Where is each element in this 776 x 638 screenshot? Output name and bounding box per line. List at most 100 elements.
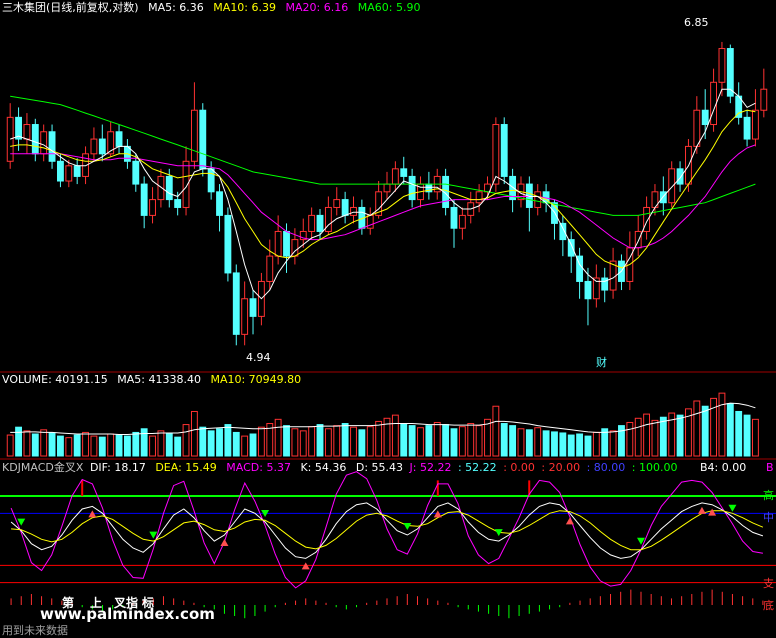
candle-body xyxy=(224,214,232,274)
candle-body xyxy=(140,183,148,216)
candle-body xyxy=(475,191,483,204)
volume-bar xyxy=(224,424,232,457)
volume-bar xyxy=(743,414,751,457)
high-price-label: 6.85 xyxy=(684,16,709,29)
volume-bar xyxy=(324,428,332,457)
candle-body xyxy=(157,175,165,201)
volume-panel xyxy=(6,392,759,457)
candle-body xyxy=(115,131,123,147)
level-20-value: : 20.00 xyxy=(541,461,581,474)
level-bottom-label: 底 xyxy=(763,599,774,612)
volume-ma5-value: MA5: 41338.40 xyxy=(117,373,201,386)
volume-bar xyxy=(48,432,56,457)
volume-bar xyxy=(458,426,466,457)
volume-bar xyxy=(433,421,441,457)
candle-body xyxy=(65,165,73,182)
indicator-name: KDJMACD金叉X xyxy=(2,461,84,474)
candle-body xyxy=(718,48,726,83)
volume-bar xyxy=(199,426,207,457)
volume-bar xyxy=(634,417,642,457)
j2-value: : 52.22 xyxy=(457,461,497,474)
volume-bar xyxy=(358,429,366,457)
volume-bar xyxy=(174,436,182,457)
candle-body xyxy=(249,298,257,317)
sell-arrow-icon xyxy=(728,504,737,512)
candle-body xyxy=(23,124,31,140)
j-value: J: 52.22 xyxy=(409,461,452,474)
volume-bar xyxy=(56,435,64,457)
volume-bar xyxy=(609,430,617,457)
volume-bar xyxy=(274,418,282,457)
candle-body xyxy=(701,109,709,126)
volume-bar xyxy=(651,419,659,457)
sell-arrow-icon xyxy=(403,523,412,530)
candle-body xyxy=(266,255,274,282)
volume-bar xyxy=(73,434,81,457)
b-label: B xyxy=(766,461,774,474)
candle-body xyxy=(56,160,64,182)
candle-body xyxy=(216,191,223,216)
candle-body xyxy=(341,199,349,216)
volume-bar xyxy=(241,435,249,457)
b4-value: B4: 0.00 xyxy=(700,461,747,474)
volume-bar xyxy=(676,414,684,457)
watermark-text: www.palmindex.com xyxy=(40,605,215,623)
candle-body xyxy=(174,199,182,208)
dif-value: DIF: 18.17 xyxy=(89,461,146,474)
candle-body xyxy=(199,109,207,170)
volume-bar xyxy=(140,428,148,457)
volume-bar xyxy=(659,416,667,457)
volume-bar xyxy=(157,430,165,457)
volume-bar xyxy=(31,433,39,457)
volume-bar xyxy=(408,425,416,457)
volume-bar xyxy=(190,410,198,457)
candle-body xyxy=(333,199,341,208)
ma10-value: MA10: 6.39 xyxy=(213,1,277,14)
level-80-value: : 80.00 xyxy=(586,461,626,474)
candle-body xyxy=(98,138,106,155)
volume-bar xyxy=(450,428,458,457)
candle-body xyxy=(710,81,718,126)
volume-bar xyxy=(592,431,600,457)
candle-body xyxy=(534,191,542,208)
price-header: 三木集团(日线,前复权,对数) MA5: 6.36 MA10: 6.39 MA2… xyxy=(2,2,426,14)
volume-bar xyxy=(366,426,374,457)
candle-body xyxy=(207,168,215,193)
buy-arrow-icon xyxy=(697,506,706,514)
volume-bar xyxy=(40,429,48,457)
d-line xyxy=(11,510,764,551)
candle-body xyxy=(391,168,399,185)
volume-bar xyxy=(316,424,324,457)
volume-bar xyxy=(107,433,115,457)
price-panel xyxy=(6,41,768,346)
volume-bar xyxy=(417,427,424,457)
macd-value: MACD: 5.37 xyxy=(226,461,291,474)
volume-bar xyxy=(643,413,651,457)
candle-body xyxy=(308,214,316,232)
event-marker: 财 xyxy=(596,356,607,369)
volume-bar xyxy=(735,410,743,457)
buy-arrow-icon xyxy=(220,539,229,546)
volume-bar xyxy=(350,426,357,457)
volume-bar xyxy=(726,403,734,457)
candle-body xyxy=(350,206,357,216)
volume-bar xyxy=(6,434,14,457)
volume-value: VOLUME: 40191.15 xyxy=(2,373,108,386)
k-line xyxy=(10,502,764,559)
ma5-line xyxy=(10,88,756,300)
volume-bar xyxy=(15,426,22,457)
candle-body xyxy=(31,124,39,155)
volume-bar xyxy=(257,426,265,457)
volume-bar xyxy=(65,437,73,457)
candle-body xyxy=(165,175,173,201)
volume-bar xyxy=(559,432,567,457)
candle-body xyxy=(241,298,249,335)
volume-bar xyxy=(182,424,190,457)
ma60-value: MA60: 5.90 xyxy=(357,1,421,14)
volume-bar xyxy=(567,434,575,457)
ma5-value: MA5: 6.36 xyxy=(148,1,204,14)
candle-body xyxy=(643,206,651,232)
volume-bar xyxy=(500,423,508,457)
volume-bar xyxy=(90,435,98,457)
k-value: K: 54.36 xyxy=(300,461,347,474)
